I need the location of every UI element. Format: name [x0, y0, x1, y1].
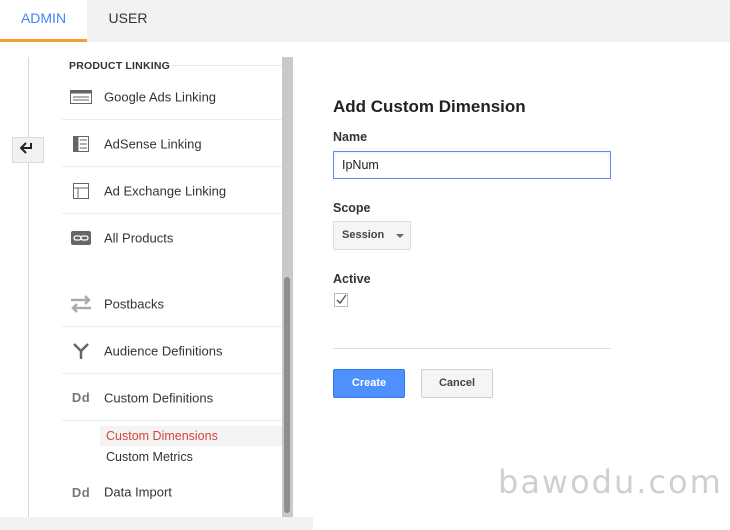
postbacks-icon [69, 294, 93, 313]
link-icon [69, 229, 93, 247]
top-tab-bar: ADMIN USER [0, 0, 730, 42]
tab-admin[interactable]: ADMIN [0, 0, 87, 42]
scope-label: Scope [333, 201, 371, 215]
nav-item-label: Data Import [104, 484, 172, 500]
admin-nav: PRODUCT LINKING Google Ads Linking AdSen… [62, 57, 282, 517]
nav-item-adsense-linking[interactable]: AdSense Linking [62, 121, 282, 167]
audience-fork-icon [69, 342, 93, 360]
section-title-product-linking: PRODUCT LINKING [69, 60, 170, 72]
nav-item-label: All Products [104, 230, 174, 246]
cancel-button[interactable]: Cancel [421, 369, 493, 398]
active-label: Active [333, 272, 371, 286]
nav-item-label: Audience Definitions [104, 343, 223, 358]
adsense-icon [69, 135, 93, 153]
nav-item-all-products[interactable]: All Products [62, 215, 282, 261]
nav-item-postbacks[interactable]: Postbacks [62, 281, 282, 327]
bottom-strip [0, 517, 313, 530]
dd-icon: Dd [69, 483, 93, 501]
sub-item-custom-dimensions[interactable]: Custom Dimensions [100, 426, 282, 446]
watermark: bawodu.com [498, 463, 723, 501]
nav-item-data-import[interactable]: Dd Data Import [62, 469, 282, 515]
ad-exchange-icon [69, 182, 93, 200]
form-title: Add Custom Dimension [333, 97, 526, 116]
nav-item-label: Custom Definitions [104, 390, 214, 405]
gutter-line [28, 57, 29, 517]
chevron-down-icon [396, 234, 404, 238]
scope-select[interactable]: Session [333, 221, 411, 250]
name-label: Name [333, 130, 368, 144]
nav-item-custom-definitions[interactable]: Dd Custom Definitions [62, 375, 282, 421]
create-button[interactable]: Create [333, 369, 405, 398]
nav-item-google-ads-linking[interactable]: Google Ads Linking [62, 74, 282, 120]
nav-item-label: Postbacks [104, 296, 164, 311]
nav-item-label: Ad Exchange Linking [104, 183, 227, 198]
form-divider [333, 348, 611, 349]
section-rule [172, 65, 282, 66]
name-input[interactable] [333, 151, 611, 179]
nav-scrollbar-thumb[interactable] [284, 277, 290, 513]
tab-user[interactable]: USER [87, 0, 169, 42]
back-button[interactable] [12, 137, 44, 163]
arrow-left-icon [19, 141, 36, 159]
nav-item-ad-exchange-linking[interactable]: Ad Exchange Linking [62, 168, 282, 214]
dd-icon: Dd [69, 389, 93, 407]
active-checkbox[interactable] [334, 293, 348, 307]
scope-select-value: Session [342, 229, 385, 241]
dd-icon-text: Dd [71, 484, 91, 500]
dd-icon-text: Dd [71, 390, 91, 405]
nav-item-audience-definitions[interactable]: Audience Definitions [62, 328, 282, 374]
nav-item-label: Google Ads Linking [104, 89, 217, 104]
sub-item-custom-metrics[interactable]: Custom Metrics [100, 447, 282, 467]
nav-item-label: AdSense Linking [104, 136, 202, 151]
google-ads-icon [69, 88, 93, 106]
